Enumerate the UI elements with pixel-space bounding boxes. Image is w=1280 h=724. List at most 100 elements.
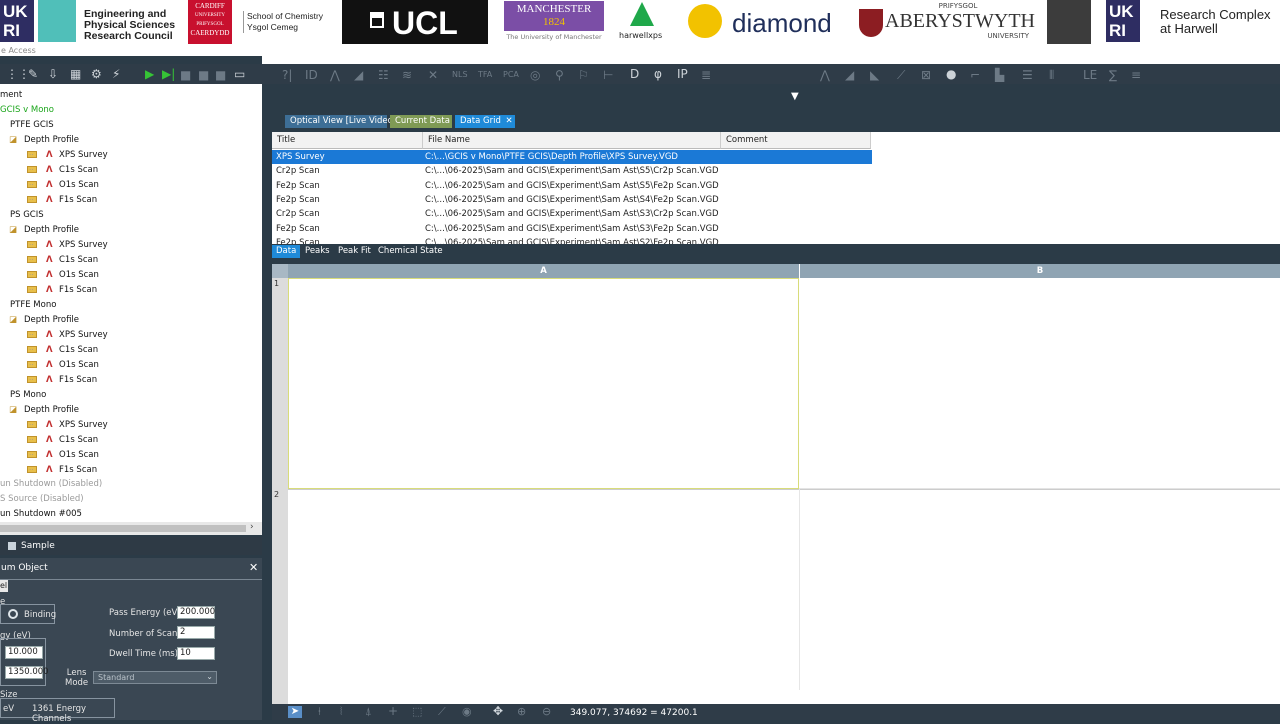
table-row[interactable]: XPS Survey C:\...\GCIS v Mono\PTFE GCIS\D… [272, 150, 872, 164]
binding-radio[interactable] [8, 609, 18, 619]
tree-item[interactable]: ·· Λ O1s Scan [27, 448, 99, 462]
play-icon[interactable]: ▶ [145, 67, 154, 81]
tree-item[interactable]: PS GCIS [10, 208, 44, 222]
search-icon[interactable]: ⚲ [555, 68, 564, 82]
tree-item[interactable]: ·· Λ XPS Survey [27, 418, 108, 432]
tab-close-icon[interactable]: ✕ [506, 116, 513, 126]
lens-mode-select[interactable]: Standard ⌄ [93, 671, 217, 684]
tree-item[interactable]: ·· Λ C1s Scan [27, 253, 98, 267]
table-row[interactable]: Cr2p Scan C:\...\06-2025\Sam and GCIS\Exp… [272, 164, 872, 178]
columns-icon[interactable]: ⦀ [1049, 68, 1054, 82]
peak-id-icon[interactable]: ?| [282, 68, 292, 82]
sphere-icon[interactable]: ● [946, 67, 956, 81]
tree-item[interactable]: ◪ Depth Profile [9, 133, 79, 147]
table-row[interactable]: Fe2p Scan C:\...\06-2025\Sam and GCIS\Exp… [272, 179, 872, 193]
marker-icon[interactable]: ⍿ [318, 705, 321, 719]
pca-icon[interactable]: PCA [503, 68, 519, 82]
bars-icon[interactable]: ≋ [402, 68, 412, 82]
chart-step-icon[interactable]: ⌐ [970, 68, 980, 82]
tree-item[interactable]: ·· Λ XPS Survey [27, 238, 108, 252]
chart-box-icon[interactable]: ⊠ [921, 68, 931, 82]
zoom-out-icon[interactable]: ⊖ [542, 705, 551, 718]
column-header-comment[interactable]: Comment [721, 132, 871, 149]
tree-item[interactable]: ·· Λ C1s Scan [27, 163, 98, 177]
play-all-icon[interactable]: ▶| [162, 67, 175, 81]
row-header-1[interactable]: 1 [274, 279, 279, 288]
tree-item[interactable]: un Shutdown (Disabled) [0, 477, 102, 491]
tree-item[interactable]: ·· Λ O1s Scan [27, 268, 99, 282]
tree-item[interactable]: GCIS v Mono [0, 103, 54, 117]
tree-item[interactable]: PS Mono [10, 388, 46, 402]
subtab-peaks[interactable]: Peaks [301, 245, 334, 258]
table-row[interactable]: Fe2p Scan C:\...\06-2025\Sam and GCIS\Exp… [272, 193, 872, 207]
pause-icon[interactable]: ■ [198, 68, 209, 82]
end-energy-input[interactable]: 1350.000 [5, 666, 49, 679]
step-icon[interactable]: ■ [215, 68, 226, 82]
id-circle-icon[interactable]: ◎ [530, 68, 540, 82]
pin-icon[interactable]: ⚐ [578, 68, 589, 82]
tree-horizontal-scrollbar[interactable]: › [0, 522, 262, 535]
table-row[interactable]: Cr2p Scan C:\...\06-2025\Sam and GCIS\Exp… [272, 207, 872, 221]
row-header-2[interactable]: 2 [274, 490, 279, 499]
gear-icon[interactable]: ⚙ [91, 67, 102, 81]
d-icon[interactable]: D [630, 67, 639, 81]
cross-icon[interactable]: + [388, 704, 398, 718]
tree-item[interactable]: ·· Λ O1s Scan [27, 358, 99, 372]
cell-a1[interactable] [288, 278, 799, 489]
cursor-icon[interactable]: ➤ [288, 706, 302, 718]
tree-item[interactable]: ·· Λ F1s Scan [27, 193, 97, 207]
chat-icon[interactable]: ☷ [378, 68, 389, 82]
flask-icon[interactable]: ⍋ [365, 705, 372, 719]
chart-area-icon[interactable]: ◢ [845, 68, 854, 82]
scrollbar-thumb[interactable] [0, 525, 246, 532]
tree-item[interactable]: ·· Λ F1s Scan [27, 283, 97, 297]
move-icon[interactable]: ✥ [493, 704, 503, 718]
phi-icon[interactable]: φ [654, 67, 662, 81]
layers-icon[interactable]: ▦ [70, 67, 81, 81]
tab-current-data[interactable]: Current Data [390, 115, 452, 128]
tree-item[interactable]: S Source (Disabled) [0, 492, 84, 506]
start-energy-input[interactable]: 10.000 [5, 646, 43, 659]
chart-fill-icon[interactable]: ◣ [870, 68, 879, 82]
subtab-data[interactable]: Data [272, 245, 301, 258]
plug-icon[interactable]: ⚡ [112, 67, 120, 81]
stop-icon[interactable]: ■ [180, 68, 191, 82]
spectrum-icon[interactable]: ⋀ [330, 68, 340, 82]
scroll-right-icon[interactable]: › [250, 522, 254, 532]
link-icon[interactable]: ✕ [428, 68, 438, 82]
import-icon[interactable]: ⇩ [48, 67, 58, 81]
close-icon[interactable]: ✕ [249, 561, 258, 574]
tree-item[interactable]: PTFE GCIS [10, 118, 54, 132]
column-header-b[interactable]: B [800, 264, 1280, 278]
tree-item[interactable]: ment [0, 88, 22, 102]
tab-optical-view[interactable]: Optical View [Live Video] [285, 115, 396, 128]
pass-energy-input[interactable]: 200.000 [177, 606, 215, 619]
tree-item[interactable]: ·· Λ F1s Scan [27, 373, 97, 387]
column-header-file-name[interactable]: File Name [423, 132, 721, 149]
grid-icon[interactable]: ⋮⋮ [6, 67, 30, 81]
chart-line-icon[interactable]: ⟋ [897, 68, 905, 82]
range-icon[interactable]: ⦚ [340, 705, 342, 719]
eye-icon[interactable]: ◉ [462, 705, 472, 718]
column-header-a[interactable]: A [288, 264, 800, 278]
le-icon[interactable]: LE [1083, 68, 1097, 82]
sigma-icon[interactable]: ∑ [1109, 68, 1117, 82]
subtab-peak-fit[interactable]: Peak Fit [334, 245, 375, 258]
tree-item[interactable]: un Shutdown #005 [0, 507, 82, 521]
column-header-title[interactable]: Title [272, 132, 423, 149]
ruler-icon[interactable]: ⊢ [603, 68, 613, 82]
area-icon[interactable]: ◢ [354, 68, 363, 82]
layers-stack-icon[interactable]: ☰ [1022, 68, 1033, 82]
id-icon[interactable]: ID [305, 68, 318, 82]
subtab-chemical-state[interactable]: Chemical State [374, 245, 447, 258]
tfa-icon[interactable]: TFA [478, 68, 492, 82]
ss-icon[interactable]: ≣ [701, 68, 711, 82]
chart-bar-icon[interactable]: ▙ [995, 68, 1004, 82]
tree-item[interactable]: ◪ Depth Profile [9, 403, 79, 417]
zoom-in-icon[interactable]: ⊕ [517, 705, 526, 718]
dwell-time-input[interactable]: 10 [177, 647, 215, 660]
line-tool-icon[interactable]: ⟋ [438, 705, 446, 719]
tree-item[interactable]: ·· Λ XPS Survey [27, 328, 108, 342]
table-row[interactable]: Fe2p Scan C:\...\06-2025\Sam and GCIS\Exp… [272, 236, 872, 244]
select-icon[interactable]: ⬚ [412, 705, 422, 718]
